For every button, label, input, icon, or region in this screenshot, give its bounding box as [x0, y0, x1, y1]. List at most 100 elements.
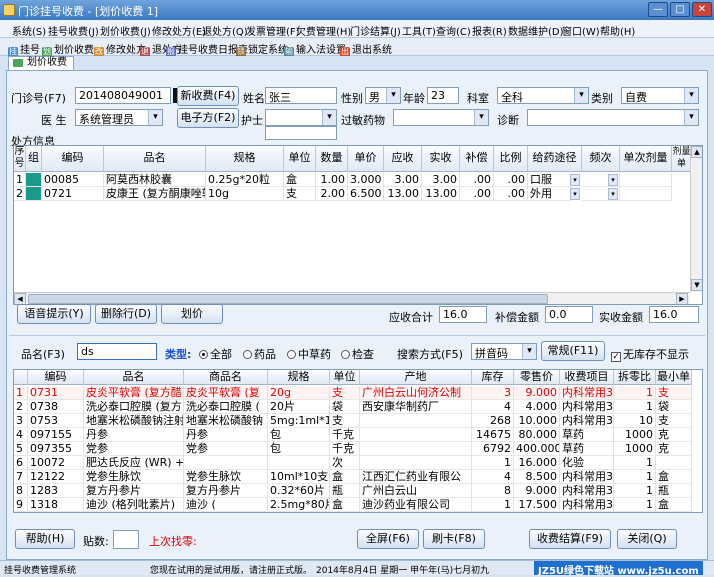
close-panel-button[interactable]: 关闭(Q)	[617, 529, 677, 549]
voice-button[interactable]: 语音提示(Y)	[17, 304, 91, 324]
table-cell	[184, 456, 268, 470]
table-cell: 3	[472, 386, 514, 400]
type-radio-drug[interactable]: 药品	[243, 346, 276, 362]
tab-price-fee[interactable]: 划价收费 1	[8, 56, 74, 80]
table-cell: 草药	[560, 442, 614, 456]
age-input[interactable]: 23	[427, 87, 459, 104]
tool-lock[interactable]: 锁锁定系统	[236, 41, 288, 57]
new-fee-button[interactable]: 新收费(F4)	[177, 86, 239, 106]
table-cell: 草药	[560, 428, 614, 442]
price-button[interactable]: 划价	[161, 304, 223, 324]
table-cell: 16.000	[514, 456, 560, 470]
erx-button[interactable]: 电子方(F2)	[177, 108, 239, 128]
search-type-label: 类型:	[165, 348, 192, 361]
table-cell: 10.000	[514, 414, 560, 428]
main-panel: 门诊号(F7) 201408049001 新收费(F4) 姓名 张三 性别 男 …	[6, 70, 708, 560]
settle-button[interactable]: 收费结算(F9)	[529, 529, 611, 549]
table-cell: 盒	[656, 470, 692, 484]
search-bar: 品名(F3) ds 类型: 全部 药品 中草药 检查 搜索方式(F5) 拼音码 …	[9, 335, 705, 363]
table-cell: 千克	[330, 428, 360, 442]
drug-header-cell: 编码	[28, 370, 84, 385]
maximize-button[interactable]: □	[670, 2, 690, 17]
nurse-select[interactable]	[265, 109, 337, 126]
type-radio-herb[interactable]: 中草药	[287, 346, 331, 362]
table-cell: 1283	[28, 484, 84, 498]
help-button[interactable]: 帮助(H)	[15, 529, 75, 549]
table-cell: 内科常用3	[560, 414, 614, 428]
mzh-input[interactable]: 201408049001	[75, 87, 171, 104]
radio-icon	[287, 350, 296, 359]
menu-modify-rx[interactable]: 修改处方(E)	[152, 23, 206, 38]
table-cell: 皮炎平软膏 (复	[184, 386, 268, 400]
fullscreen-button[interactable]: 全屏(F6)	[357, 529, 419, 549]
menu-system[interactable]: 系统(S)	[12, 23, 46, 38]
menu-settle[interactable]: 门诊结算(J)	[350, 23, 401, 38]
dropdown-icon[interactable]: ▾	[608, 174, 618, 186]
table-cell: 9	[14, 498, 28, 512]
table-cell: 8.500	[514, 470, 560, 484]
table-cell: 12122	[28, 470, 84, 484]
menu-arrears[interactable]: 欠费管理(H)	[296, 23, 351, 38]
dept-select[interactable]: 全科	[497, 87, 589, 104]
type-select[interactable]: 自费	[621, 87, 699, 104]
recv-label: 应收合计	[389, 311, 433, 324]
scroll-right-icon[interactable]: ▶	[676, 293, 688, 304]
type-label: 类别	[591, 92, 613, 105]
rx-header-cell: 品名	[104, 146, 206, 172]
close-button[interactable]: ✕	[692, 2, 712, 17]
search-mode-select[interactable]: 拼音码	[471, 343, 537, 360]
table-cell: 丹参	[184, 428, 268, 442]
tool-exit[interactable]: 出退出系统	[340, 41, 392, 57]
drug-header-cell: 收费项目	[560, 370, 614, 385]
menu-tools[interactable]: 工具(T)	[402, 23, 436, 38]
menu-register-fee[interactable]: 挂号收费(J)	[48, 23, 99, 38]
scroll-up-icon[interactable]: ▲	[691, 146, 702, 158]
table-cell: 097155	[28, 428, 84, 442]
drug-header-cell: 品名	[84, 370, 184, 385]
tool-ime[interactable]: 输输入法设置	[284, 41, 346, 57]
scroll-thumb[interactable]	[28, 294, 548, 304]
allergy-select[interactable]	[393, 109, 489, 126]
dropdown-icon[interactable]: ▾	[570, 188, 580, 200]
table-cell: 内科常用3	[560, 484, 614, 498]
menu-report[interactable]: 报表(R)	[472, 23, 507, 38]
tool-modify-rx[interactable]: 改修改处方	[94, 41, 146, 57]
menu-return-rx[interactable]: 退处方(Q)	[202, 23, 248, 38]
table-cell: 支	[330, 386, 360, 400]
tool-register[interactable]: 挂挂号	[8, 41, 40, 57]
table-cell: 包	[268, 428, 330, 442]
diag-select[interactable]	[527, 109, 699, 126]
search-name-input[interactable]: ds	[77, 343, 157, 360]
route-select[interactable]: 外用	[528, 187, 572, 201]
type-radio-all[interactable]: 全部	[199, 346, 232, 362]
table-cell: 皮炎平软膏 (复方醋	[84, 386, 184, 400]
minimize-button[interactable]: —	[648, 2, 668, 17]
dropdown-icon[interactable]: ▾	[570, 174, 580, 186]
type-radio-exam[interactable]: 检查	[341, 346, 374, 362]
delete-row-button[interactable]: 删除行(D)	[95, 304, 157, 324]
rx-vertical-scrollbar[interactable]: ▲ ▼	[690, 146, 702, 292]
name-label: 姓名	[243, 92, 265, 105]
drug-header-cell: 产地	[360, 370, 472, 385]
doctor-select[interactable]: 系统管理员	[75, 109, 163, 126]
rx-header-cell: 单位	[284, 146, 316, 172]
card-button[interactable]: 刷卡(F8)	[423, 529, 485, 549]
scroll-down-icon[interactable]: ▼	[691, 279, 702, 291]
sex-select[interactable]: 男	[365, 87, 401, 104]
menu-window[interactable]: 窗口(W)	[562, 23, 600, 38]
name-input[interactable]: 张三	[265, 87, 337, 104]
tool-price-fee[interactable]: 划划价收费	[42, 41, 94, 57]
table-cell: 1	[614, 484, 656, 498]
nostock-checkbox[interactable]: ✓ 无库存不显示	[611, 346, 689, 362]
stick-input[interactable]	[113, 530, 139, 549]
dropdown-icon[interactable]: ▾	[608, 188, 618, 200]
menu-invoice[interactable]: 发票管理(F)	[246, 23, 300, 38]
menu-query[interactable]: 查询(C)	[436, 23, 471, 38]
menu-price-fee[interactable]: 划价收费(J)	[100, 23, 151, 38]
menu-help[interactable]: 帮助(H)	[600, 23, 635, 38]
table-cell: 复方丹参片	[84, 484, 184, 498]
menu-data[interactable]: 数据维护(D)	[508, 23, 564, 38]
rx-header-cell: 编码	[42, 146, 104, 172]
route-select[interactable]: 口服	[528, 173, 572, 187]
normal-button[interactable]: 常规(F11)	[541, 341, 605, 361]
